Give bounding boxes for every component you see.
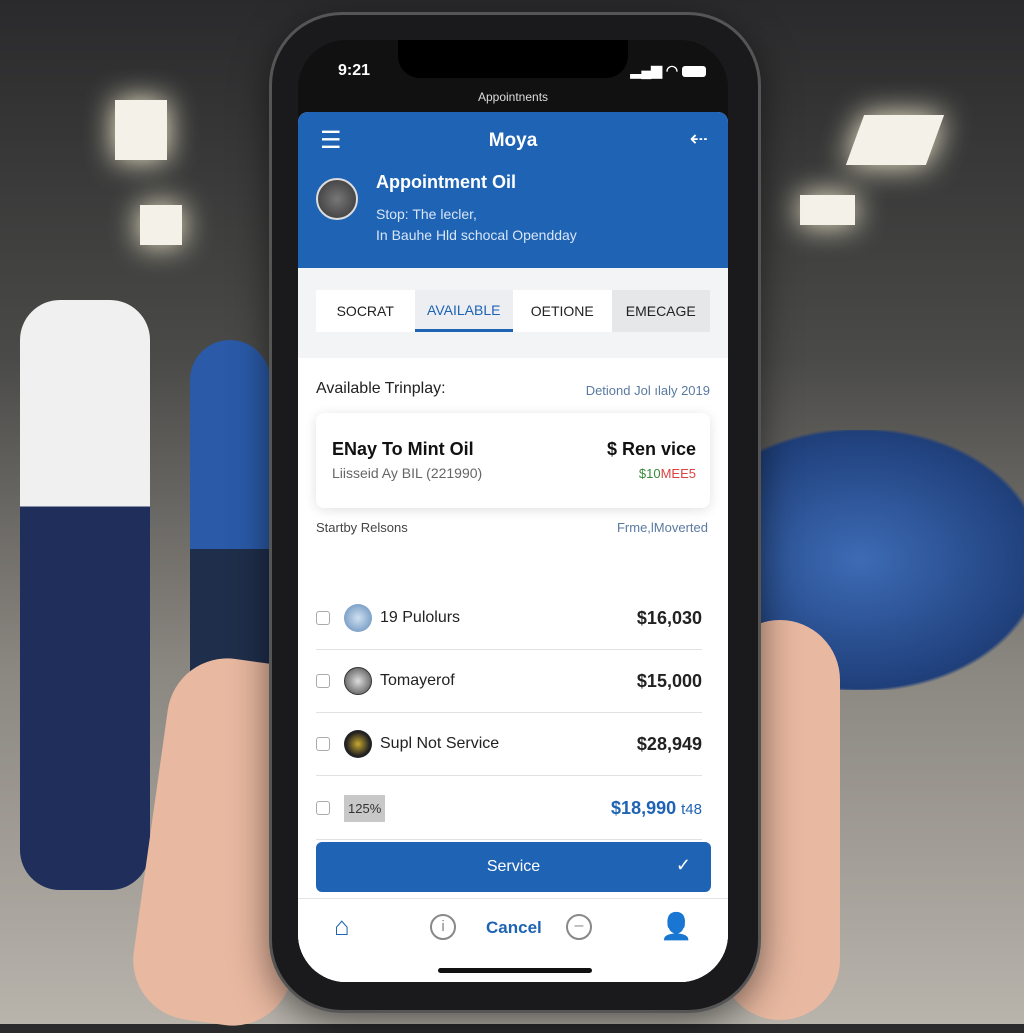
list-header-left: Startby Relsons: [316, 520, 408, 535]
status-icons: ▂▄▆ ◠: [631, 62, 706, 79]
home-indicator: [438, 968, 592, 973]
ceiling-light: [140, 205, 182, 245]
item-logo-icon: [344, 604, 372, 632]
app-header: ☰ Moya ⇠ Appointment Oil Stop: The lecle…: [298, 112, 728, 268]
app-title: Moya: [488, 130, 538, 151]
profile-icon[interactable]: 👤: [660, 911, 692, 942]
section-date: Detiond Jol ılaly 2019: [585, 383, 710, 398]
app: ☰ Moya ⇠ Appointment Oil Stop: The lecle…: [298, 112, 728, 982]
appointment-heading: Appointment Oil: [376, 172, 516, 192]
minus-icon[interactable]: –: [566, 914, 592, 940]
battery-icon: [682, 65, 706, 77]
info-icon[interactable]: i: [430, 914, 456, 940]
checkbox[interactable]: [316, 737, 330, 751]
section-label: Available Trinplay:: [316, 380, 446, 397]
cancel-button[interactable]: Cancel: [486, 918, 542, 938]
item-price-value: $18,990: [611, 797, 677, 818]
card-subtitle: Liisseid Ay BIL (221990): [332, 465, 483, 481]
item-badge: 125%: [344, 794, 386, 822]
notch: [398, 40, 628, 78]
signal-icon: ▂▄▆: [630, 62, 662, 78]
list-header-right[interactable]: Frme,lMoverted: [617, 520, 708, 535]
service-card[interactable]: ENay To Mint Oil Liisseid Ay BIL (221990…: [316, 413, 710, 508]
item-name: 19 Pulolurs: [380, 609, 461, 626]
checkbox[interactable]: [316, 801, 330, 815]
status-time: 9:21: [338, 62, 371, 79]
item-price: $28,949: [636, 733, 702, 754]
card-amount: $10MEE5: [639, 466, 696, 481]
item-price-suffix: t48: [681, 800, 702, 818]
back-icon[interactable]: ⇠: [690, 126, 708, 152]
wifi-icon: ◠: [665, 62, 679, 78]
screen-title: Appointnents: [477, 90, 549, 104]
tab-emecage[interactable]: EMECAGE: [611, 290, 710, 332]
tab-bar: SOCRAT AVAILABLE OETIONE EMECAGE: [316, 290, 710, 332]
appointment-line-1: Stop: The lecler,: [376, 206, 477, 222]
check-icon: ✓: [675, 855, 691, 875]
item-name: Supl Not Service: [380, 735, 500, 752]
home-icon[interactable]: ⌂: [334, 911, 350, 942]
item-name: Tomayerof: [380, 672, 455, 689]
ceiling-light: [800, 195, 855, 225]
list-item[interactable]: Tomayerof $15,000: [316, 650, 702, 713]
item-price: $18,990 t48: [611, 798, 702, 819]
list-item[interactable]: 125% $18,990 t48: [316, 777, 702, 840]
ceiling-light: [845, 115, 945, 165]
checkbox[interactable]: [316, 611, 330, 625]
card-title: ENay To Mint Oil: [332, 439, 474, 459]
card-amount-red: MEE5: [660, 466, 696, 481]
list-item[interactable]: 19 Pulolurs $16,030: [316, 587, 702, 650]
tab-available[interactable]: AVAILABLE: [414, 290, 513, 332]
avatar: [316, 178, 358, 220]
service-button[interactable]: Service ✓: [316, 842, 711, 892]
tab-oetione[interactable]: OETIONE: [513, 290, 612, 332]
phone-screen: 9:21 ▂▄▆ ◠ Appointnents ☰ Moya ⇠ Appoint…: [298, 40, 728, 982]
item-price: $16,030: [636, 607, 702, 628]
list-item[interactable]: Supl Not Service $28,949: [316, 713, 702, 776]
card-price-label: $ Ren vice: [606, 439, 696, 459]
background-person: [20, 300, 150, 890]
appointment-line-2: In Bauhe Hld schocal Opendday: [376, 227, 577, 243]
service-button-label: Service: [486, 858, 541, 875]
card-amount-green: $10: [638, 466, 661, 481]
ceiling-light: [115, 100, 167, 160]
item-avatar: [344, 667, 372, 695]
tab-socrat[interactable]: SOCRAT: [316, 290, 415, 332]
item-logo-icon: [344, 730, 372, 758]
item-price: $15,000: [636, 670, 702, 691]
checkbox[interactable]: [316, 674, 330, 688]
